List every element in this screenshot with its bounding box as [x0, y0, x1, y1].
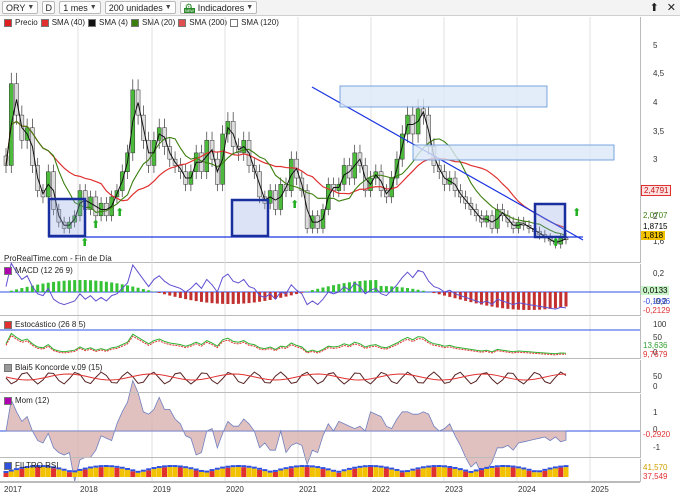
year-label: 2020 [226, 485, 244, 494]
legend-swatch [4, 266, 12, 275]
mom-tag: -0,2920 [643, 430, 671, 439]
macd-tag: 0,0133 [641, 286, 670, 295]
year-label: 2022 [372, 485, 390, 494]
legend-swatch [4, 396, 12, 405]
resistance-zone [412, 144, 615, 161]
filtro-legend: FILTRO RSI [4, 461, 58, 470]
blai-legend: Blai5 Koncorde v.09 (15) [4, 363, 102, 372]
stoch-legend: Estocástico (26 8 5) [4, 320, 86, 329]
axis-tick: -1 [653, 443, 661, 452]
year-label: 2019 [153, 485, 171, 494]
time-axis: 2017 2018 2019 2020 2021 2022 2023 2024 … [0, 482, 640, 495]
buy-arrow-icon: ⬆ [115, 206, 124, 219]
legend-swatch [4, 461, 12, 470]
macd-legend: MACD (12 26 9) [4, 266, 73, 275]
axis-tick: 50 [653, 372, 662, 381]
axis-tick: 1 [653, 408, 658, 417]
year-label: 2025 [591, 485, 609, 494]
support-box [230, 198, 270, 238]
macd-pane[interactable] [0, 264, 640, 316]
buy-arrow-icon: ⬆ [551, 236, 560, 249]
filtro-rsi-pane[interactable] [0, 459, 640, 482]
support-box [533, 202, 567, 239]
mom-legend: Mom (12) [4, 396, 49, 405]
legend-swatch [4, 363, 12, 372]
year-label: 2021 [299, 485, 317, 494]
mom-title: Mom (12) [15, 396, 50, 405]
momentum-axis: 1 0 -1 [640, 394, 680, 458]
axis-tick: 0 [653, 382, 658, 391]
stoch-tag: 9,7679 [643, 350, 668, 359]
support-box [47, 197, 87, 238]
sma40-line [5, 120, 567, 229]
axis-tick: 100 [653, 320, 667, 329]
buy-arrow-icon: ⬆ [290, 198, 299, 211]
axis-tick: 0,2 [653, 269, 665, 278]
blai5-axis: 50 0 [640, 360, 680, 393]
stoch-title: Estocástico (26 8 5) [15, 320, 86, 329]
filtro-tag: 37,549 [643, 472, 668, 481]
macd-title: MACD (12 26 9) [15, 266, 73, 275]
stoch-tag: 13,636 [643, 341, 668, 350]
buy-arrow-icon: ⬆ [80, 236, 89, 249]
buy-arrow-icon: ⬆ [572, 206, 581, 219]
filtro-tag: 41,570 [643, 463, 668, 472]
legend-swatch [4, 320, 12, 329]
momentum-pane[interactable] [0, 394, 640, 458]
filtro-title: FILTRO RSI [15, 461, 59, 470]
stochastic-pane[interactable] [0, 317, 640, 359]
blai-title: Blai5 Koncorde v.09 (15) [15, 363, 103, 372]
macd-tag: -0,1996 [643, 297, 671, 306]
year-label: 2017 [4, 485, 22, 494]
macd-tag: -0,2129 [643, 306, 671, 315]
buy-arrow-icon: ⬆ [91, 218, 100, 231]
year-label: 2018 [80, 485, 98, 494]
year-label: 2023 [445, 485, 463, 494]
resistance-zone [339, 85, 548, 108]
year-label: 2024 [518, 485, 536, 494]
